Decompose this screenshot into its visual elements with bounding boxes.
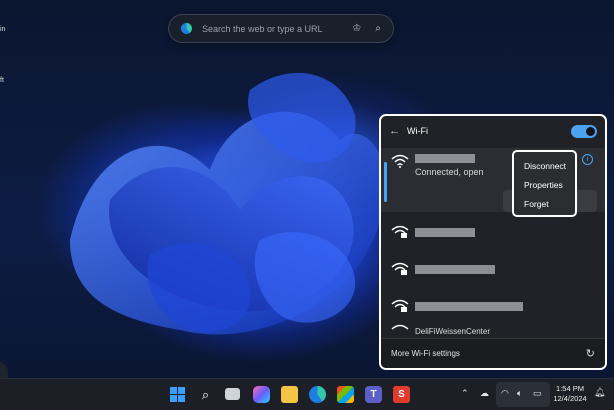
start-icon[interactable] [169,386,186,403]
network-context-menu: Disconnect Properties Forget [512,150,577,217]
refresh-icon[interactable]: ↻ [586,347,595,360]
task-view-icon[interactable] [225,388,240,400]
search-placeholder: Search the web or type a URL [202,23,323,34]
edge-icon [181,23,192,34]
edge-icon[interactable] [309,386,326,403]
search-icon[interactable]: ⌕ [375,23,381,34]
wifi-secured-icon [391,225,409,238]
desktop-icon-label: ft [0,77,4,84]
wifi-footer: More Wi-Fi settings ↻ [381,338,605,368]
redacted-ssid [415,154,475,163]
browser-search-bar[interactable]: Search the web or type a URL ♔ ⌕ [168,14,394,43]
redacted-ssid [415,227,475,237]
wifi-tray-icon: ◠ [501,388,509,398]
wifi-signal-icon [391,154,409,168]
menu-item-disconnect[interactable]: Disconnect [514,157,575,176]
info-icon[interactable]: i [582,154,593,165]
onedrive-icon[interactable]: ☁ [480,388,489,399]
network-name-partial: DeliFiWeissenCenter [415,326,490,336]
selected-indicator [384,162,387,202]
wifi-header: ← Wi-Fi [381,116,605,146]
store-icon[interactable] [337,386,354,403]
menu-item-properties[interactable]: Properties [514,176,575,195]
notification-bell-icon[interactable]: 🔔︎ [594,387,605,398]
clock[interactable]: 1:54 PM 12/4/2024 [548,384,592,404]
wifi-title: Wi-Fi [407,126,428,136]
clock-date: 12/4/2024 [553,394,587,403]
app-s-icon[interactable]: S [393,386,410,403]
battery-icon: ▭ [533,388,542,398]
network-status: Connected, open [415,167,484,177]
wifi-secured-icon [391,324,409,330]
more-wifi-settings-link[interactable]: More Wi-Fi settings [391,349,586,358]
teams-icon[interactable]: T [365,386,382,403]
redacted-ssid [415,264,495,274]
taskbar: ⌕ T S ⌃ ☁ ◠ 🔈︎ ▭ 1:54 PM 12/4/2024 🔔︎ [0,378,614,410]
menu-item-forget[interactable]: Forget [514,195,575,214]
network-text: Connected, open [415,154,484,177]
wifi-toggle[interactable] [571,124,597,138]
volume-icon: 🔈︎ [517,388,523,398]
wifi-secured-icon [391,262,409,275]
network-item[interactable] [381,251,605,287]
redacted-ssid [415,301,523,311]
wifi-secured-icon [391,299,409,312]
back-arrow-icon[interactable]: ← [389,125,407,137]
clock-time: 1:54 PM [556,384,584,393]
network-item[interactable] [381,214,605,250]
desktop-icon-label: in [0,26,6,33]
file-explorer-icon[interactable] [281,386,298,403]
copilot-icon[interactable] [253,386,270,403]
network-item[interactable] [381,288,605,324]
chevron-up-icon[interactable]: ⌃ [461,388,469,399]
rewards-icon[interactable]: ♔ [352,23,361,34]
search-icon[interactable]: ⌕ [197,386,214,403]
